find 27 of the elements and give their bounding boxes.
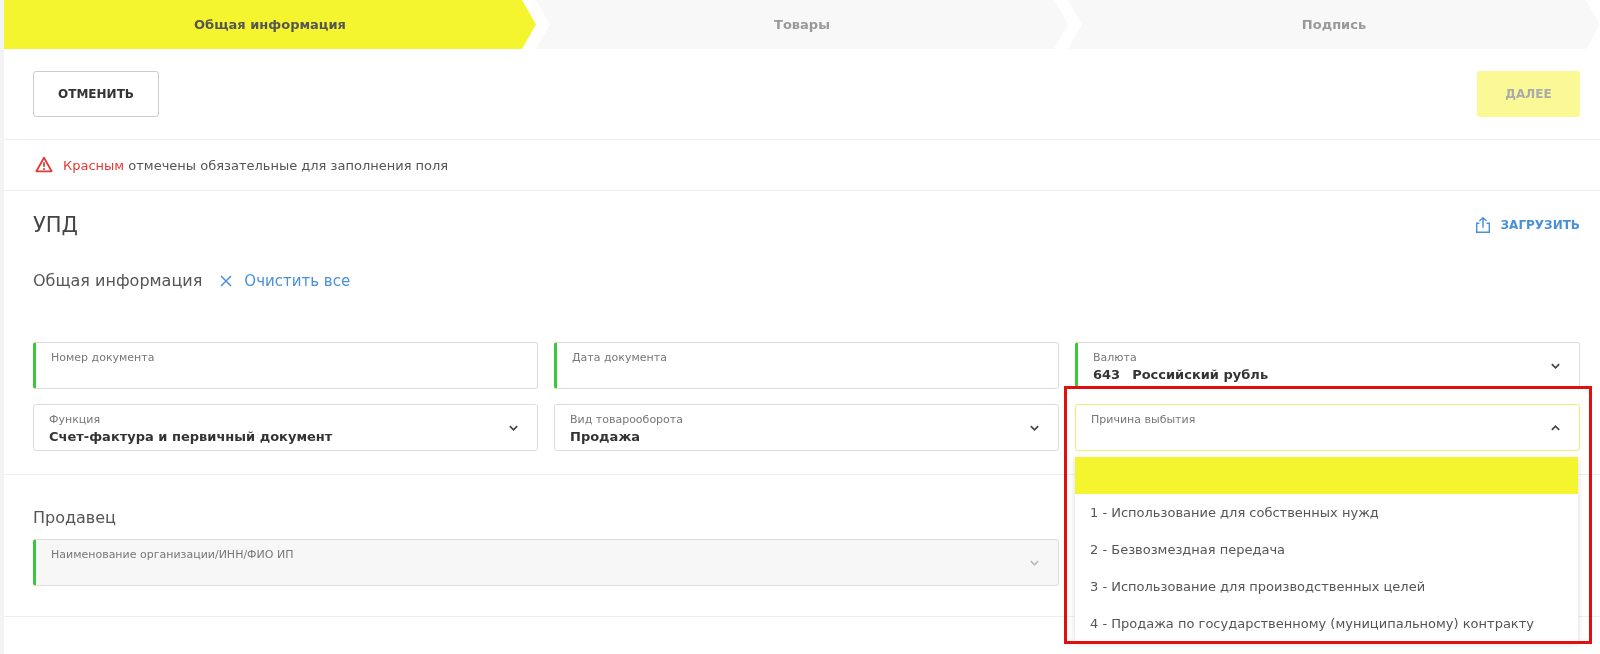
dropdown-option[interactable]: 2 - Безвозмездная передача: [1075, 531, 1578, 568]
chevron-down-icon: [1029, 559, 1040, 567]
chevron-down-icon: [1550, 362, 1561, 370]
select-field[interactable]: Функция Счет-фактура и первичный документ: [33, 404, 538, 451]
input-field[interactable]: Дата документа: [554, 342, 1059, 389]
clear-all-link[interactable]: Очистить все: [220, 271, 351, 290]
select-field[interactable]: Вид товарооборота Продажа: [554, 404, 1059, 451]
dropdown-option[interactable]: [1075, 457, 1578, 494]
required-fields-notice: Красным отмечены обязательные для заполнения поля: [63, 157, 449, 173]
dropdown-option[interactable]: 4 - Продажа по государственному (муниципальному) контракту: [1075, 605, 1578, 642]
chevron-down-icon: [508, 424, 519, 432]
document-title: УПД: [33, 213, 78, 237]
section-title: Общая информация: [33, 271, 203, 290]
upload-link[interactable]: ЗАГРУЗИТЬ: [1473, 216, 1580, 234]
dropdown-option[interactable]: 1 - Использование для собственных нужд: [1075, 494, 1578, 531]
dropdown-option[interactable]: 3 - Использование для производственных целей: [1075, 568, 1578, 605]
close-icon: [220, 274, 233, 287]
section-title: Продавец: [33, 508, 116, 527]
upload-icon: [1473, 216, 1492, 234]
select-field[interactable]: Валюта 643 Российский рубль: [1075, 342, 1580, 389]
wizard-step[interactable]: Общая информация: [4, 0, 536, 49]
cancel-button[interactable]: ОТМЕНИТЬ: [33, 71, 159, 117]
chevron-up-icon: [1550, 424, 1561, 432]
select-field[interactable]: Причина выбытия: [1075, 404, 1580, 451]
input-field[interactable]: Номер документа: [33, 342, 538, 389]
chevron-down-icon: [1029, 424, 1040, 432]
warning-icon: [35, 156, 53, 174]
